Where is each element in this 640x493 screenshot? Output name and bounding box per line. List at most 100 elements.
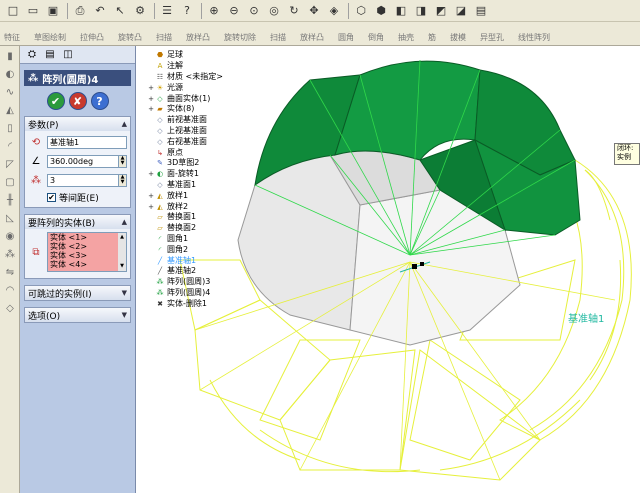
view-orient-icon[interactable]: ◈ <box>325 2 343 20</box>
toolbar-label-chamfer[interactable]: 倒角 <box>368 33 384 45</box>
zoom-area-icon[interactable]: ⊖ <box>225 2 243 20</box>
tree-item-pattern4[interactable]: ⁂ 阵列(圆周)4 <box>147 288 267 299</box>
tree-item-fillet2[interactable]: ◜ 圆角2 <box>147 244 267 255</box>
property-manager-tab-icon[interactable]: ▤ <box>42 48 58 62</box>
surface-icon[interactable]: ◇ <box>2 300 18 316</box>
shadow-icon[interactable]: ▤ <box>472 2 490 20</box>
axis-label[interactable]: 基准轴1 <box>568 310 604 325</box>
chamfer-icon[interactable]: ◸ <box>2 156 18 172</box>
toolbar-label-draft[interactable]: 拔模 <box>450 33 466 45</box>
collapse-icon[interactable]: ▲ <box>122 120 127 128</box>
tree-item-axis1[interactable]: ╱ 基准轴1 <box>147 255 267 266</box>
toolbar-label-fillet[interactable]: 圆角 <box>338 33 354 45</box>
feature-manager-tab-icon[interactable]: ⛭ <box>24 48 40 62</box>
reverse-direction-icon[interactable]: ⟲ <box>28 134 44 150</box>
tree-item-front-plane[interactable]: ◇ 前视基准面 <box>147 115 267 126</box>
fillet-icon[interactable]: ◜ <box>2 138 18 154</box>
tree-expander[interactable]: + <box>147 202 155 212</box>
shaded-icon[interactable]: ◧ <box>392 2 410 20</box>
list-item[interactable]: 实体 <1> <box>50 233 126 242</box>
tree-expander[interactable]: + <box>147 169 155 179</box>
bodies-list[interactable]: 实体 <1> 实体 <2> 实体 <3> 实体 <4> ▲ ▼ <box>47 232 127 272</box>
shaded-edges-icon[interactable]: ◨ <box>412 2 430 20</box>
toolbar-label-loft[interactable]: 放样凸 <box>186 33 210 45</box>
tree-item-revolve[interactable]: + ◐ 面-旋转1 <box>147 169 267 180</box>
expand-icon[interactable]: ▼ <box>122 311 127 319</box>
help-icon[interactable]: ? <box>178 2 196 20</box>
new-icon[interactable]: □ <box>4 2 22 20</box>
ok-button[interactable]: ✔ <box>46 92 65 110</box>
zoom-in-icon[interactable]: ⊙ <box>245 2 263 20</box>
tree-item-origin[interactable]: ↳ 原点 <box>147 147 267 158</box>
pan-icon[interactable]: ✥ <box>305 2 323 20</box>
tree-item-replace-face1[interactable]: ▱ 替换面1 <box>147 212 267 223</box>
rebuild-icon[interactable]: ⚙ <box>131 2 149 20</box>
configuration-tab-icon[interactable]: ◫ <box>60 48 76 62</box>
toolbar-label-rib[interactable]: 筋 <box>428 33 436 45</box>
select-icon[interactable]: ↖ <box>111 2 129 20</box>
list-scrollbar[interactable]: ▲ ▼ <box>118 233 126 271</box>
tree-item-lights[interactable]: + ☀ 光源 <box>147 82 267 93</box>
hole-icon[interactable]: ◉ <box>2 228 18 244</box>
tree-item-top-plane[interactable]: ◇ 上视基准面 <box>147 126 267 137</box>
tree-item-replace-face2[interactable]: ▱ 替换面2 <box>147 223 267 234</box>
cancel-button[interactable]: ✘ <box>68 92 87 110</box>
extrude-icon[interactable]: ▮ <box>2 48 18 64</box>
revolve-icon[interactable]: ◐ <box>2 66 18 82</box>
toolbar-label-revolve[interactable]: 旋转凸 <box>118 33 142 45</box>
rib-icon[interactable]: ╫ <box>2 192 18 208</box>
tree-item-right-plane[interactable]: ◇ 右视基准面 <box>147 136 267 147</box>
dome-icon[interactable]: ◠ <box>2 282 18 298</box>
collapse-icon[interactable]: ▲ <box>122 218 127 226</box>
list-item[interactable]: 实体 <2> <box>50 242 126 251</box>
pattern-icon[interactable]: ⁂ <box>2 246 18 262</box>
tree-item-fillet1[interactable]: ◜ 圆角1 <box>147 234 267 245</box>
axis-handle[interactable] <box>420 262 424 266</box>
undo-icon[interactable]: ↶ <box>91 2 109 20</box>
tree-item-loft2[interactable]: + ◭ 放样2 <box>147 201 267 212</box>
tree-item-pattern3[interactable]: ⁂ 阵列(圆周)3 <box>147 277 267 288</box>
list-item[interactable]: 实体 <3> <box>50 251 126 260</box>
instances-field[interactable]: 3 <box>47 173 119 187</box>
axis-field[interactable]: 基准轴1 <box>47 135 127 149</box>
tree-item-solid-bodies[interactable]: + ▰ 实体(8) <box>147 104 267 115</box>
shell-icon[interactable]: ▢ <box>2 174 18 190</box>
loft-icon[interactable]: ◭ <box>2 102 18 118</box>
toolbar-label-sweep-cut[interactable]: 扫描 <box>270 33 286 45</box>
tree-item-surface-bodies[interactable]: + ◇ 曲面实体(1) <box>147 93 267 104</box>
toolbar-label-sweep[interactable]: 扫描 <box>156 33 172 45</box>
toolbar-label-revolve-cut[interactable]: 旋转切除 <box>224 33 256 45</box>
tree-item-plane1[interactable]: ◇ 基准面1 <box>147 180 267 191</box>
draft-icon[interactable]: ◺ <box>2 210 18 226</box>
tree-item-part[interactable]: ⬣ 足球 <box>147 50 267 61</box>
bodies-header[interactable]: 要阵列的实体(B) ▲ <box>25 215 130 229</box>
toolbar-label-shell[interactable]: 抽壳 <box>398 33 414 45</box>
tree-item-annotations[interactable]: A 注解 <box>147 61 267 72</box>
options-header[interactable]: 选项(O) ▼ <box>25 308 130 322</box>
print-icon[interactable]: ⎙ <box>71 2 89 20</box>
tree-item-loft1[interactable]: + ◭ 放样1 <box>147 190 267 201</box>
perspective-icon[interactable]: ◪ <box>452 2 470 20</box>
tree-expander[interactable]: + <box>147 83 155 93</box>
instances-spinner[interactable]: ▲ ▼ <box>119 173 127 187</box>
tree-item-3d-sketch[interactable]: ✎ 3D草图2 <box>147 158 267 169</box>
axis-handle[interactable] <box>412 264 417 269</box>
cut-icon[interactable]: ▯ <box>2 120 18 136</box>
list-item[interactable]: 实体 <4> <box>50 260 126 269</box>
tree-item-axis2[interactable]: ╱ 基准轴2 <box>147 266 267 277</box>
toolbar-label-sketch[interactable]: 草图绘制 <box>34 33 66 45</box>
mirror-icon[interactable]: ⇋ <box>2 264 18 280</box>
skip-instances-header[interactable]: 可跳过的实例(I) ▼ <box>25 286 130 300</box>
toolbar-label-extrude[interactable]: 拉伸凸 <box>80 33 104 45</box>
zoom-select-icon[interactable]: ◎ <box>265 2 283 20</box>
angle-spinner[interactable]: ▲ ▼ <box>119 154 127 168</box>
tree-expander[interactable]: + <box>147 104 155 114</box>
tree-expander[interactable]: + <box>147 94 155 104</box>
tree-item-material[interactable]: ☷ 材质 <未指定> <box>147 72 267 83</box>
angle-field[interactable]: 360.00deg <box>47 154 119 168</box>
sweep-icon[interactable]: ∿ <box>2 84 18 100</box>
save-icon[interactable]: ▣ <box>44 2 62 20</box>
toolbar-label-features[interactable]: 特征 <box>4 33 20 45</box>
zoom-fit-icon[interactable]: ⊕ <box>205 2 223 20</box>
hidden-lines-icon[interactable]: ⬢ <box>372 2 390 20</box>
